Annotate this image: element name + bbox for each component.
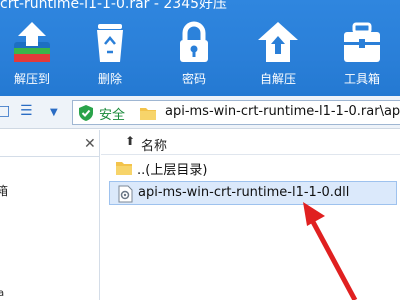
address-path: api-ms-win-crt-runtime-l1-1-0.rar\api (165, 104, 400, 119)
password-button[interactable]: 密码 (162, 18, 226, 92)
up-folder-icon[interactable]: □ (0, 103, 10, 119)
upload-house-icon (258, 22, 298, 62)
toolbox-button[interactable]: 工具箱 (330, 18, 394, 92)
toolbox-icon (344, 22, 380, 62)
folder-tree-pane: ✕ 箱 a (0, 130, 100, 300)
folder-icon (140, 108, 156, 120)
delete-label: 删除 (97, 72, 122, 86)
self-extract-label: 自解压 (259, 72, 296, 86)
password-label: 密码 (181, 72, 206, 86)
self-extract-button[interactable]: 自解压 (246, 18, 310, 92)
toolbox-label: 工具箱 (343, 72, 380, 86)
parent-directory-row[interactable]: ..(上层目录) (109, 156, 397, 180)
pane-divider (0, 156, 100, 157)
shield-check-icon (79, 105, 93, 121)
extract-icon (14, 22, 50, 62)
delete-button[interactable]: 删除 (78, 18, 142, 92)
view-list-icon[interactable]: ☰ (20, 103, 33, 119)
toolbar-band: crt-runtime-l1-1-0.rar - 2345好压 解压到 删除 密… (0, 0, 400, 96)
close-icon[interactable]: ✕ (84, 136, 96, 152)
folder-icon (116, 162, 132, 175)
lock-icon (180, 21, 208, 62)
dll-file-icon (118, 185, 133, 203)
column-name-label: 名称 (141, 139, 168, 154)
secure-label: 安全 (99, 108, 126, 123)
file-name: api-ms-win-crt-runtime-l1-1-0.dll (138, 185, 350, 200)
recycle-bin-icon (97, 24, 123, 62)
address-row: □ ☰ ▼ 安全 api-ms-win-crt-runtime-l1-1-0.r… (0, 96, 400, 129)
address-bar[interactable]: 安全 api-ms-win-crt-runtime-l1-1-0.rar\api (72, 100, 400, 125)
extract-label: 解压到 (13, 72, 50, 86)
column-header-name[interactable]: ⬆ 名称 (101, 130, 400, 155)
file-name: ..(上层目录) (137, 163, 208, 178)
tree-item-fragment[interactable]: a (0, 288, 4, 299)
tree-item-fragment[interactable]: 箱 (0, 182, 8, 199)
annotation-arrow-icon (303, 202, 358, 300)
view-dropdown-icon[interactable]: ▼ (50, 107, 58, 118)
extract-button[interactable]: 解压到 (0, 18, 64, 92)
sort-ascending-icon: ⬆ (125, 134, 136, 148)
window-title: crt-runtime-l1-1-0.rar - 2345好压 (0, 0, 228, 12)
